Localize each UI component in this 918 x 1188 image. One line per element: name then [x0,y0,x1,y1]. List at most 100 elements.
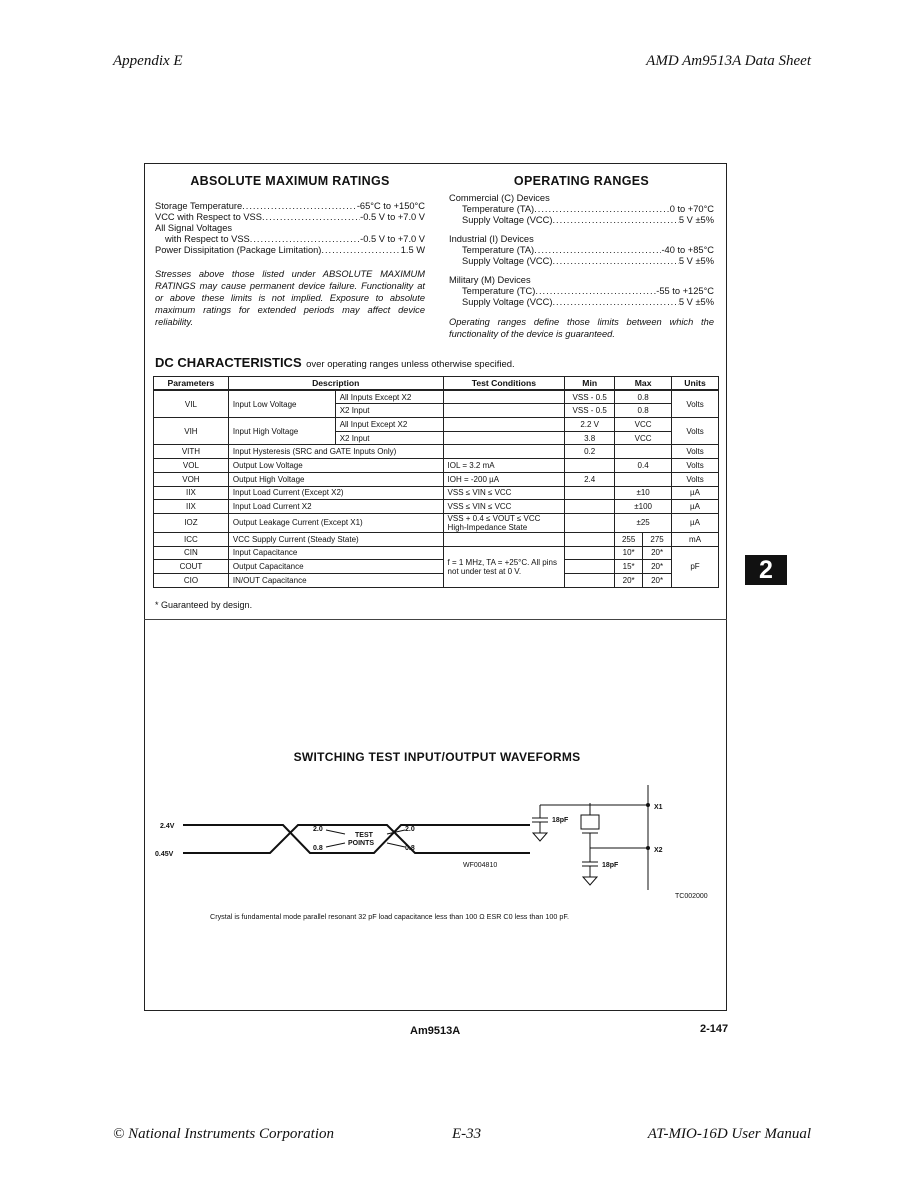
leader-dots [552,297,678,308]
description-cell: Output Low Voltage [227,458,444,473]
table-row: VOL Output Low Voltage IOL = 3.2 mA 0.4 Volt… [153,458,719,473]
op-ranges-title: OPERATING RANGES [513,174,650,188]
op-range-supply: Supply Voltage (VCC) 5 V ±5% [449,297,714,308]
x2-node [646,846,650,850]
condition-cell: VSS ≤ VIN ≤ VCC [442,499,566,514]
op-range-group-name: Industrial (I) Devices [449,234,534,244]
spec-value: 1.5 W [400,245,425,255]
spec-value: 5 V ±5% [678,215,714,225]
description-cell: Input High Voltage [227,417,336,446]
min-cell [564,545,616,561]
param-cell: VIH [153,417,229,446]
param-cell: VIL [153,389,229,419]
param-cell: COUT [153,559,229,574]
condition-cell: IOL = 3.2 mA [442,458,566,473]
column-header: Units [671,376,719,392]
waveforms-title-wrap: SWITCHING TEST INPUT/OUTPUT WAVEFORMS [0,750,874,764]
op-range-group-name: Commercial (C) Devices [449,193,550,203]
abs-max-note: Stresses above those listed under ABSOLU… [155,269,425,327]
description-cell: Output High Voltage [227,471,444,487]
param-cell: CIO [153,572,229,588]
max-typ-cell: 255 [614,531,644,547]
dc-title: DC CHARACTERISTICS [155,355,302,370]
footer-left: © National Instruments Corporation [113,1126,335,1142]
leader-dots [535,286,656,297]
footer-part-number: Am9513A [410,1025,461,1037]
units-cell: pF [671,545,719,588]
max-cell: ±25 [614,512,673,533]
description-cell: VCC Supply Current (Steady State) [227,531,444,547]
table-row: VIH Input High Voltage All Input Except X2… [153,417,719,446]
abs-max-item: Power Dissipitation (Package Limitation)… [155,245,425,256]
spec-label: Temperature (TC) [462,286,536,296]
units-cell: µA [671,499,719,514]
min-cell [564,499,616,514]
min-cell: 2.2 V [564,417,616,432]
min-cell [564,485,616,501]
max-cell: ±100 [614,499,673,514]
units-cell: mA [671,531,719,547]
abs-max-item: VCC with Respect to VSS -0.5 V to +7.0 V [155,212,425,223]
spec-label: Supply Voltage (VCC) [462,215,553,225]
waveforms-title: SWITCHING TEST INPUT/OUTPUT WAVEFORMS [293,750,581,764]
crystal-caption: Crystal is fundamental mode parallel res… [210,912,569,921]
footer-page-number: 2-147 [700,1023,729,1035]
condition-cell [442,403,566,419]
cap1-label: 18pF [552,817,569,824]
op-range-group-name: Military (M) Devices [449,275,531,285]
spec-value: 0 to +70°C [669,204,714,214]
spec-value: -0.5 V to +7.0 V [360,212,425,222]
min-cell [564,559,616,574]
leader-dots [321,245,400,256]
max-cell: VCC [614,430,673,446]
condition-cell: IOH = -200 µA [442,471,566,487]
waveform-diagrams: 2.4V 0.45V 2.0 2.0 0.8 0.8 TEST POINTS W… [155,785,708,921]
tp-low-right: 0.8 [405,845,415,852]
table-row: VITH Input Hysteresis (SRC and GATE Input… [153,444,719,460]
table-row: COUT Output Capacitance 15* 20* [153,559,719,574]
min-cell [564,531,616,547]
tp-high-left: 2.0 [313,826,323,833]
table-row: VIL Input Low Voltage All Inputs Except X2… [153,389,719,419]
absolute-maximum-ratings: ABSOLUTE MAXIMUM RATINGS Storage Tempera… [155,174,425,328]
leader-dots [534,204,670,215]
min-cell: 0.2 [564,444,616,460]
max-cell: VCC [614,417,673,432]
max-cell: 0.4 [614,458,673,473]
op-range-temperature: Temperature (TC) -55 to +125°C [449,286,714,297]
max-cell: 20* [642,559,673,574]
sub-description-cell: All Inputs Except X2 [334,389,444,405]
units-cell: Volts [671,389,719,419]
waveform-figure-id: WF004810 [463,862,497,869]
description-cell: Input Load Current X2 [227,499,444,514]
waveform-low-line [183,824,530,854]
spec-label: Supply Voltage (VCC) [462,297,553,307]
operating-ranges: OPERATING RANGES Commercial (C) Devices T… [449,174,714,340]
description-cell: Input Load Current (Except X2) [227,485,444,501]
table-header-row: Parameters Description Test Conditions Min M… [153,376,719,392]
leader-dots [552,256,678,267]
spec-label: VCC with Respect to VSS [155,212,262,222]
table-row: CIO IN/OUT Capacitance 20* 20* [153,572,719,588]
max-typ-cell: 20* [614,572,644,588]
description-cell: Input Hysteresis (SRC and GATE Inputs On… [227,444,444,460]
x1-node [646,803,650,807]
section-tab: 2 [745,555,787,585]
column-header: Min [564,376,616,392]
waveform-high-line [183,824,530,854]
param-cell: VITH [153,444,229,460]
max-cell: 20* [642,545,673,561]
min-cell: VSS - 0.5 [564,403,616,419]
description-cell: Input Low Voltage [227,389,336,419]
column-header: Description [227,376,444,392]
dc-characteristics-table: Parameters Description Test Conditions Min M… [153,376,719,588]
op-ranges-note: Operating ranges define those limits bet… [449,317,714,339]
spec-value: 5 V ±5% [678,297,714,307]
condition-cell [442,417,566,432]
leader-dots [262,212,360,223]
header-left: Appendix E [113,53,183,69]
condition-cell: VSS ≤ VIN ≤ VCC [442,485,566,501]
abs-max-item: with Respect to VSS -0.5 V to +7.0 V [155,234,425,245]
column-header: Parameters [153,376,229,392]
test-label: TEST [355,832,374,839]
